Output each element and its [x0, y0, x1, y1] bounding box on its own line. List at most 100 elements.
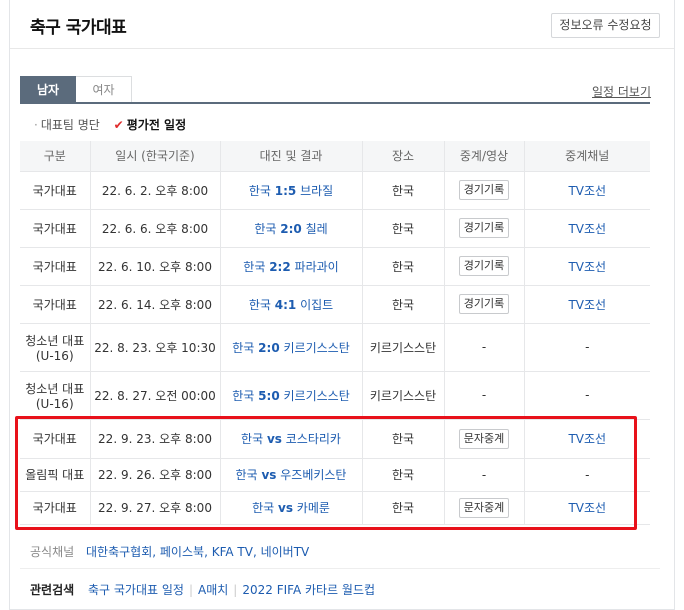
cell-channel[interactable]: TV조선	[523, 285, 650, 324]
cell-date: 22. 8. 27. 오전 00:00	[89, 371, 220, 420]
official-link-facebook[interactable]: 페이스북	[160, 545, 204, 559]
page-title: 축구 국가대표	[30, 18, 127, 38]
table-row: 국가대표 22. 6. 6. 오후 8:00 한국 2:0 칠레 한국 경기기록 TV조선	[20, 209, 650, 248]
related-keyword-schedule[interactable]: 축구 국가대표 일정	[88, 583, 184, 597]
cell-channel[interactable]: TV조선	[523, 171, 650, 210]
cell-date: 22. 6. 14. 오후 8:00	[89, 285, 220, 324]
media-button[interactable]: 문자중계	[458, 428, 510, 449]
media-button[interactable]: 경기기록	[458, 294, 510, 314]
cell-media: 문자중계	[443, 491, 524, 525]
match-score: vs	[278, 501, 293, 515]
cell-channel: -	[523, 323, 650, 372]
media-none: -	[481, 467, 487, 482]
schedule-table: 구분 일시 (한국기준) 대진 및 결과 장소 중계/영상 중계채널 국가대표 2…	[20, 141, 650, 525]
cell-channel: -	[523, 371, 650, 420]
cell-media: 문자중계	[443, 419, 524, 459]
cell-media: 경기기록	[443, 285, 524, 324]
category-main: 국가대표	[32, 259, 77, 274]
match-score: 2:2	[269, 259, 291, 274]
cell-match[interactable]: 한국 vs 우즈베키스탄	[219, 458, 362, 492]
cell-match[interactable]: 한국 2:0 키르기스스탄	[219, 323, 362, 372]
cell-media: 경기기록	[443, 171, 524, 210]
team-b: 우즈베키스탄	[280, 468, 347, 482]
cell-date: 22. 9. 23. 오후 8:00	[89, 419, 220, 459]
related-divider	[20, 568, 660, 569]
official-link-kfa[interactable]: 대한축구협회	[86, 545, 152, 559]
cell-category: 올림픽 대표	[20, 458, 90, 492]
cell-category: 국가대표	[20, 491, 90, 525]
cell-match[interactable]: 한국 2:2 파라과이	[219, 247, 362, 286]
cell-category: 청소년 대표 (U-16)	[20, 323, 90, 372]
related-keyword-amatch[interactable]: A매치	[198, 583, 228, 597]
cell-category: 국가대표	[20, 209, 90, 248]
media-button[interactable]: 경기기록	[458, 180, 510, 200]
team-a: 한국	[235, 468, 258, 482]
media-none: -	[481, 388, 487, 402]
match-score: 5:0	[258, 388, 280, 403]
media-button[interactable]: 경기기록	[458, 218, 510, 238]
cell-category: 국가대표	[20, 247, 90, 286]
cell-match[interactable]: 한국 vs 코스타리카	[219, 419, 362, 459]
team-b: 파라과이	[294, 259, 339, 274]
cell-match[interactable]: 한국 1:5 브라질	[219, 171, 362, 210]
related-label: 관련검색	[30, 583, 75, 597]
match-score: vs	[261, 468, 277, 482]
media-button[interactable]: 문자중계	[458, 497, 510, 518]
cell-channel[interactable]: TV조선	[523, 247, 650, 286]
table-row: 올림픽 대표 22. 9. 26. 오후 8:00 한국 vs 우즈베키스탄 한국 - -	[20, 458, 650, 492]
team-b: 코스타리카	[285, 432, 341, 446]
cell-media: -	[443, 323, 524, 372]
cell-match[interactable]: 한국 5:0 키르기스스탄	[219, 371, 362, 420]
roster-link[interactable]: 대표팀 명단	[34, 116, 100, 133]
cell-media: 경기기록	[443, 209, 524, 248]
cell-channel[interactable]: TV조선	[523, 209, 650, 248]
cell-channel[interactable]: TV조선	[523, 419, 650, 459]
category-main: 국가대표	[32, 183, 77, 198]
cell-match[interactable]: 한국 2:0 칠레	[219, 209, 362, 248]
team-a: 한국	[248, 297, 271, 312]
table-row: 청소년 대표 (U-16) 22. 8. 23. 오후 10:30 한국 2:0 키르…	[20, 323, 650, 372]
cell-channel[interactable]: TV조선	[523, 491, 650, 525]
schedule-link[interactable]: ✔ 평가전 일정	[114, 116, 186, 133]
table-row: 청소년 대표 (U-16) 22. 8. 27. 오전 00:00 한국 5:0 키르…	[20, 371, 650, 420]
header-divider	[10, 48, 674, 49]
team-b: 키르기스스탄	[283, 388, 350, 403]
cell-match[interactable]: 한국 4:1 이집트	[219, 285, 362, 324]
table-row: 국가대표 22. 6. 10. 오후 8:00 한국 2:2 파라과이 한국 경기기록 T…	[20, 247, 650, 286]
related-search: 관련검색 축구 국가대표 일정 | A매치 | 2022 FIFA 카타르 월드컵	[30, 583, 376, 597]
tab-women[interactable]: 여자	[76, 76, 132, 103]
col-header-category: 구분	[20, 141, 90, 172]
col-header-venue: 장소	[361, 141, 444, 172]
cell-date: 22. 6. 2. 오후 8:00	[89, 171, 220, 210]
cell-date: 22. 6. 10. 오후 8:00	[89, 247, 220, 286]
team-a: 한국	[248, 183, 271, 198]
cell-date: 22. 9. 26. 오후 8:00	[89, 458, 220, 492]
table-row: 국가대표 22. 6. 14. 오후 8:00 한국 4:1 이집트 한국 경기기록 TV…	[20, 285, 650, 324]
match-score: 4:1	[274, 297, 297, 312]
report-error-button[interactable]: 정보오류 수정요청	[551, 13, 660, 38]
cell-date: 22. 9. 27. 오후 8:00	[89, 491, 220, 525]
team-b: 브라질	[300, 183, 334, 198]
cell-match[interactable]: 한국 vs 카메룬	[219, 491, 362, 525]
cell-venue: 키르기스스탄	[361, 323, 444, 372]
more-schedule-link[interactable]: 일정 더보기	[592, 83, 651, 100]
official-link-kfatv[interactable]: KFA TV	[212, 545, 253, 559]
category-sub: (U-16)	[35, 396, 74, 411]
cell-category: 국가대표	[20, 171, 90, 210]
category-main: 국가대표	[32, 297, 77, 312]
cell-media: 경기기록	[443, 247, 524, 286]
official-label: 공식채널	[30, 545, 75, 559]
cell-venue: 한국	[361, 419, 444, 459]
team-a: 한국	[243, 259, 266, 274]
category-main: 올림픽 대표	[25, 468, 85, 482]
sub-nav: 대표팀 명단 ✔평가전 일정	[34, 116, 186, 133]
cell-venue: 한국	[361, 285, 444, 324]
tab-men[interactable]: 남자	[20, 76, 76, 103]
media-none: -	[481, 340, 487, 354]
related-keyword-worldcup[interactable]: 2022 FIFA 카타르 월드컵	[242, 583, 375, 597]
team-a: 한국	[241, 432, 264, 446]
cell-channel: -	[523, 458, 650, 492]
media-button[interactable]: 경기기록	[458, 256, 510, 276]
team-b: 이집트	[300, 297, 334, 312]
official-link-navertv[interactable]: 네이버TV	[261, 545, 310, 559]
